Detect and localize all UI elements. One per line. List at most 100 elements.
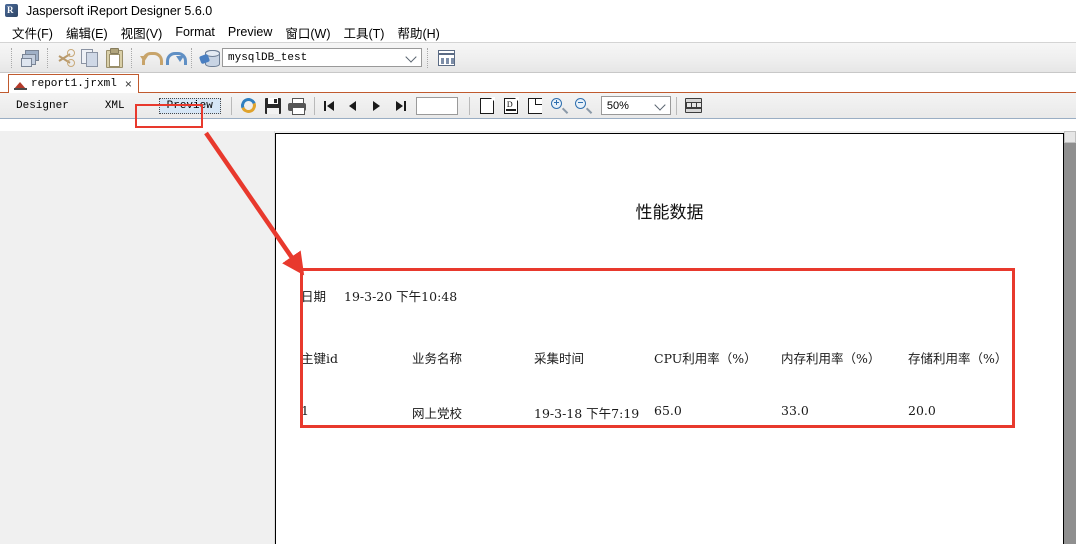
column-header-storage: 存储利用率（%） [908,351,1008,366]
menu-help[interactable]: 帮助(H) [391,22,446,43]
export-icon [685,98,703,113]
toolbar-separator [131,47,133,68]
page-number-input[interactable] [415,96,458,115]
menu-tools[interactable]: 工具(T) [338,22,392,43]
zoom-out-icon [574,97,593,114]
document-tab-report1[interactable]: report1.jrxml × [8,74,139,93]
column-header-cpu: CPU利用率（%） [654,351,757,366]
new-report-icon [21,49,39,67]
tab-xml[interactable]: XML [97,98,133,114]
report-query-icon [437,49,455,66]
row-cell-memory: 33.0 [781,403,809,418]
new-report-button[interactable] [18,46,42,70]
vertical-scrollbar[interactable] [1064,131,1076,544]
menu-format[interactable]: Format [169,24,222,40]
toolbar-separator [191,47,193,68]
menu-preview[interactable]: Preview [222,24,279,40]
report-preview-page: 性能数据 日期 19-3-20 下午10:48 主键id 业务名称 采集时间 C… [275,133,1064,544]
document-tab-label: report1.jrxml [31,78,117,90]
actual-size-button[interactable] [475,94,499,118]
print-button[interactable] [285,94,309,118]
window-title: Jaspersoft iReport Designer 5.6.0 [26,4,213,18]
report-query-button[interactable] [434,46,458,70]
previous-page-button[interactable] [344,97,362,115]
zoom-level-value: 50% [606,99,629,112]
copy-icon [81,48,99,67]
fit-whole-page-icon [527,97,542,114]
chevron-down-icon [654,98,666,111]
close-icon[interactable]: × [125,77,132,91]
menu-edit[interactable]: 编辑(E) [60,22,115,43]
print-icon [287,97,306,115]
toolbar-separator [11,47,13,68]
paste-icon [105,47,123,68]
view-toolbar: Designer XML Preview 50% [0,93,1076,119]
preview-left-margin [0,131,275,544]
report-title: 性能数据 [635,203,704,223]
main-toolbar: mysqlDB_test [0,43,1076,73]
chevron-down-icon [405,50,417,63]
cut-button[interactable] [54,46,78,70]
copy-button[interactable] [78,46,102,70]
scrollbar-up-button[interactable] [1064,131,1076,143]
tab-preview[interactable]: Preview [158,97,221,114]
save-button[interactable] [261,94,285,118]
vertical-scrollbar-thumb[interactable] [1064,131,1076,544]
fit-page-width-icon [503,96,519,114]
ireport-icon: R [4,3,20,19]
jrxml-file-icon [14,79,27,90]
report-date-label: 日期 [301,289,327,304]
last-page-icon [403,100,406,111]
datasource-combo[interactable]: mysqlDB_test [222,48,422,67]
menu-view[interactable]: 视图(V) [115,22,170,43]
first-page-button[interactable] [320,97,338,115]
refresh-button[interactable] [237,94,261,118]
view-toolbar-separator [313,96,315,115]
toolbar-separator [427,47,429,68]
fit-whole-page-button[interactable] [523,94,547,118]
redo-button[interactable] [162,46,187,70]
refresh-icon [238,95,259,116]
menu-window[interactable]: 窗口(W) [279,22,337,43]
tab-designer[interactable]: Designer [8,98,77,114]
title-bar: R Jaspersoft iReport Designer 5.6.0 [0,0,1076,22]
report-date-value: 19-3-20 下午10:48 [344,289,458,304]
actual-size-icon [479,96,495,114]
last-page-button[interactable] [392,97,410,115]
undo-icon [140,49,163,67]
toolbar-separator [47,47,49,68]
zoom-level-combo[interactable]: 50% [600,96,671,115]
next-page-icon [373,100,381,111]
cut-icon [57,48,75,67]
view-toolbar-separator [675,96,677,115]
datasource-button[interactable] [198,46,222,70]
row-cell-business: 网上党校 [412,406,463,421]
column-header-memory: 内存利用率（%） [781,351,881,366]
first-page-icon [323,100,326,111]
menu-bar: 文件(F) 编辑(E) 视图(V) Format Preview 窗口(W) 工… [0,22,1076,43]
column-header-business: 业务名称 [412,351,463,366]
previous-page-icon [349,100,357,111]
fit-page-width-button[interactable] [499,94,523,118]
undo-button[interactable] [138,46,163,70]
row-cell-collect-time: 19-3-18 下午7:19 [534,406,640,421]
view-toolbar-separator [468,96,470,115]
save-icon [264,97,281,114]
next-page-button[interactable] [368,97,386,115]
view-toolbar-separator [230,96,232,115]
row-cell-cpu: 65.0 [654,403,682,418]
document-tab-strip: report1.jrxml × [0,73,1076,93]
row-cell-id: 1 [301,403,309,418]
menu-file[interactable]: 文件(F) [6,22,60,43]
zoom-in-button[interactable] [547,94,571,118]
paste-button[interactable] [102,46,126,70]
zoom-in-icon [550,97,569,114]
row-cell-storage: 20.0 [908,403,936,418]
column-header-id: 主键id [301,351,338,366]
redo-icon [165,49,187,67]
zoom-out-button[interactable] [571,94,595,118]
datasource-value: mysqlDB_test [228,51,308,64]
datasource-icon [198,49,220,67]
preview-workspace: 性能数据 日期 19-3-20 下午10:48 主键id 业务名称 采集时间 C… [0,131,1076,544]
export-button[interactable] [682,94,706,118]
